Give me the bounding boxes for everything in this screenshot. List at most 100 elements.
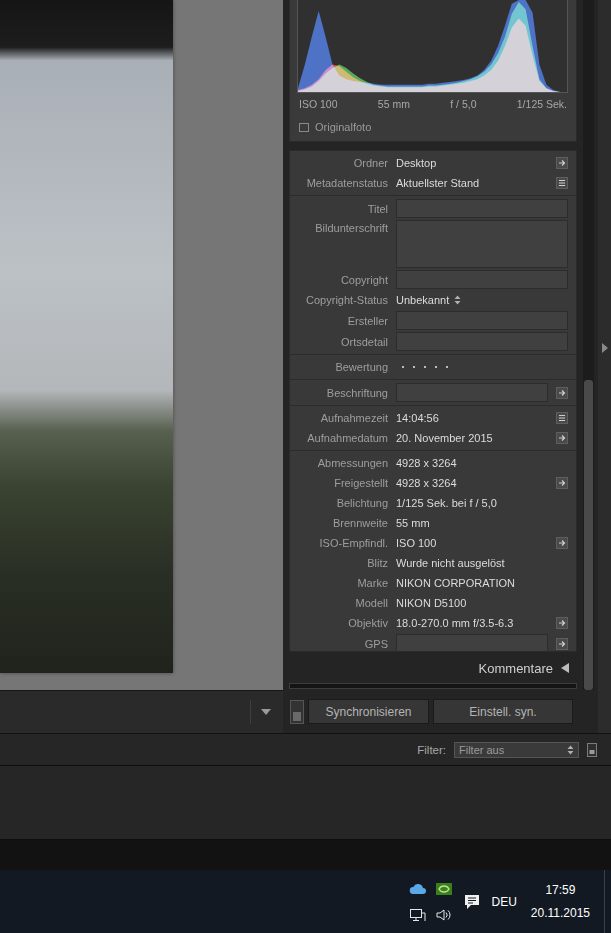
photo xyxy=(0,0,173,673)
nvidia-icon[interactable] xyxy=(435,882,453,896)
panel-content: ISO 10055 mmf / 5,01/125 Sek. Originalfot… xyxy=(289,0,577,690)
arrow-icon[interactable] xyxy=(556,477,568,489)
metadata-label: Metadatenstatus xyxy=(296,177,388,189)
metadata-label: Objektiv xyxy=(296,617,388,629)
expand-triangle-icon[interactable] xyxy=(602,343,608,353)
histogram-series xyxy=(298,0,567,92)
original-photo-toggle[interactable]: Originalfoto xyxy=(297,121,569,133)
rating-dot[interactable] xyxy=(446,366,448,368)
metadata-label: GPS xyxy=(296,638,388,650)
metadata-label: Aufnahmedatum xyxy=(296,432,388,444)
sync-button[interactable]: Synchronisieren xyxy=(308,699,429,724)
metadata-label: Ortsdetail xyxy=(296,336,388,348)
rating-dot[interactable] xyxy=(424,366,426,368)
metadata-row: Bewertung xyxy=(296,358,568,376)
metadata-group: Aufnahmezeit14:04:56Aufnahmedatum20. Nov… xyxy=(290,405,576,450)
filter-dropdown[interactable]: Filter aus xyxy=(454,742,579,758)
panel-scroll-area: ISO 10055 mmf / 5,01/125 Sek. Originalfot… xyxy=(283,0,598,690)
rating[interactable] xyxy=(396,366,568,368)
metadata-row: GPS xyxy=(296,634,568,652)
arrow-icon[interactable] xyxy=(556,157,568,169)
metadata-row: Belichtung1/125 Sek. bei f / 5,0 xyxy=(296,494,568,512)
metadata-label: ISO-Empfindl. xyxy=(296,537,388,549)
toolbar-separator xyxy=(250,700,251,724)
arrow-icon[interactable] xyxy=(556,617,568,629)
metadata-row: Copyright-Status Unbekannt xyxy=(296,291,568,309)
collapse-triangle-icon[interactable] xyxy=(561,663,569,673)
metadata-row: Copyright xyxy=(296,270,568,289)
language-indicator[interactable]: DEU xyxy=(491,895,516,909)
metadata-label: Brennweite xyxy=(296,517,388,529)
metadata-row: Ersteller xyxy=(296,311,568,330)
updown-icon xyxy=(454,295,461,305)
scrollbar-thumb[interactable] xyxy=(584,380,593,691)
metadata-label: Abmessungen xyxy=(296,457,388,469)
metadata-group: OrdnerDesktopMetadatenstatusAktuellster … xyxy=(290,151,576,195)
sync-toggle-icon[interactable] xyxy=(290,700,304,724)
metadata-row: BlitzWurde nicht ausgelöst xyxy=(296,554,568,572)
arrow-icon[interactable] xyxy=(556,387,568,399)
sync-button[interactable]: Einstell. syn. xyxy=(433,699,573,724)
metadata-label: Bildunterschrift xyxy=(296,220,388,234)
show-desktop[interactable] xyxy=(604,870,605,933)
rating-dot[interactable] xyxy=(435,366,437,368)
metadata-field[interactable] xyxy=(396,634,548,652)
arrow-icon[interactable] xyxy=(556,638,568,650)
metadata-group: Bewertung xyxy=(290,354,576,379)
clock[interactable]: 17:5920.11.2015 xyxy=(527,883,594,920)
filmstrip-footer xyxy=(0,840,611,870)
panel-edge[interactable] xyxy=(598,0,611,733)
comments-header[interactable]: Kommentare xyxy=(289,655,577,681)
metadata-label: Copyright-Status xyxy=(296,294,388,306)
metadata-label: Ersteller xyxy=(296,315,388,327)
histogram-info: ISO 10055 mmf / 5,01/125 Sek. xyxy=(297,93,569,111)
histogram-panel: ISO 10055 mmf / 5,01/125 Sek. Originalfot… xyxy=(289,0,577,142)
rating-dot[interactable] xyxy=(402,366,404,368)
metadata-value: 55 mm xyxy=(396,517,568,529)
metadata-label: Freigestellt xyxy=(296,477,388,489)
network-icon[interactable] xyxy=(409,908,427,922)
list-icon[interactable] xyxy=(556,412,568,424)
metadata-label: Modell xyxy=(296,597,388,609)
metadata-row: Abmessungen 4928 x 3264 xyxy=(296,454,568,472)
metadata-label: Ordner xyxy=(296,157,388,169)
metadata-label: Copyright xyxy=(296,274,388,286)
volume-icon[interactable] xyxy=(435,908,453,922)
metadata-label: Aufnahmezeit xyxy=(296,412,388,424)
toolbar-menu-icon[interactable] xyxy=(261,709,271,715)
metadata-field[interactable] xyxy=(396,311,568,330)
metadata-row: Beschriftung xyxy=(296,383,568,402)
metadata-field[interactable] xyxy=(396,199,568,218)
rating-dot[interactable] xyxy=(413,366,415,368)
metadata-value: Wurde nicht ausgelöst xyxy=(396,557,568,569)
list-icon[interactable] xyxy=(556,177,568,189)
lightroom-window: ISO 10055 mmf / 5,01/125 Sek. Originalfot… xyxy=(0,0,611,933)
action-center-icon[interactable] xyxy=(463,893,481,911)
arrow-icon[interactable] xyxy=(556,432,568,444)
metadata-field[interactable] xyxy=(396,383,548,402)
metadata-panel: OrdnerDesktopMetadatenstatusAktuellster … xyxy=(289,150,577,652)
histogram-chart xyxy=(297,0,568,93)
metadata-row: Aufnahmedatum20. November 2015 xyxy=(296,429,568,447)
scrollbar[interactable] xyxy=(583,0,594,690)
histogram-info-item: 55 mm xyxy=(378,98,410,111)
toolbar xyxy=(0,690,283,733)
metadata-dropdown[interactable]: Unbekannt xyxy=(396,294,568,306)
right-panel: ISO 10055 mmf / 5,01/125 Sek. Originalfot… xyxy=(283,0,598,733)
original-photo-checkbox[interactable] xyxy=(299,123,309,132)
cloud-icon[interactable] xyxy=(409,882,427,896)
metadata-row: Ortsdetail xyxy=(296,332,568,351)
metadata-field[interactable] xyxy=(396,220,568,268)
filter-lock-icon[interactable] xyxy=(587,743,597,757)
metadata-value: 4928 x 3264 xyxy=(396,457,568,469)
metadata-field[interactable] xyxy=(396,270,568,289)
taskbar: DEU 17:5920.11.2015 xyxy=(0,870,611,933)
metadata-label: Beschriftung xyxy=(296,387,388,399)
metadata-value: NIKON D5100 xyxy=(396,597,568,609)
filter-label: Filter: xyxy=(417,744,446,756)
metadata-field[interactable] xyxy=(396,332,568,351)
loupe-view xyxy=(0,0,283,690)
arrow-icon[interactable] xyxy=(556,537,568,549)
left-column xyxy=(0,0,283,733)
filmstrip xyxy=(0,765,611,840)
